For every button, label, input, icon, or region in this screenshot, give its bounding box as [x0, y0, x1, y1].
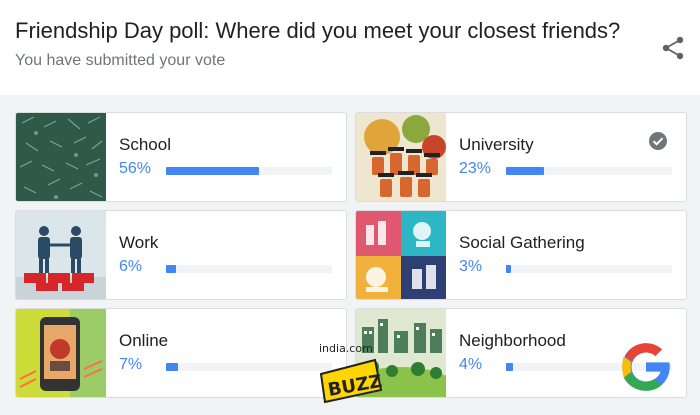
india-com-buzz-logo: india.com BUZZ	[315, 340, 387, 406]
option-percent: 6%	[119, 258, 143, 275]
option-percent: 3%	[459, 258, 483, 275]
option-label: Online	[119, 331, 169, 350]
result-bar-fill	[166, 167, 259, 175]
option-percent: 23%	[459, 160, 492, 177]
google-logo-icon	[622, 343, 672, 391]
poll-subtitle: You have submitted your vote	[15, 52, 226, 69]
poll-header: Friendship Day poll: Where did you meet …	[0, 0, 700, 95]
option-label: Neighborhood	[459, 331, 566, 350]
option-label: University	[459, 135, 534, 154]
buzz-badge-icon: BUZZ	[319, 358, 384, 404]
share-icon[interactable]	[658, 34, 688, 62]
result-bar-fill	[506, 363, 513, 371]
check-circle-icon	[649, 132, 667, 150]
party-collage-image	[356, 211, 446, 299]
option-percent: 7%	[119, 356, 143, 373]
option-percent: 4%	[459, 356, 483, 373]
graduates-image	[356, 113, 446, 201]
poll-option-school[interactable]: School 56%	[15, 112, 347, 202]
result-bar-fill	[506, 167, 544, 175]
option-label: Work	[119, 233, 159, 252]
option-label: School	[119, 135, 171, 154]
result-bar-fill	[166, 363, 178, 371]
result-bar-fill	[506, 265, 511, 273]
phone-image	[16, 309, 106, 397]
result-bar	[166, 167, 332, 175]
handshake-image	[16, 211, 106, 299]
result-bar	[506, 265, 672, 273]
poll-option-social-gathering[interactable]: Social Gathering 3%	[355, 210, 687, 300]
poll-title: Friendship Day poll: Where did you meet …	[15, 18, 621, 43]
option-percent: 56%	[119, 160, 152, 177]
option-label: Social Gathering	[459, 233, 585, 252]
chalkboard-image	[16, 113, 106, 201]
result-bar	[166, 265, 332, 273]
poll-option-university[interactable]: University 23%	[355, 112, 687, 202]
result-bar	[506, 167, 672, 175]
poll-option-work[interactable]: Work 6%	[15, 210, 347, 300]
poll-option-online[interactable]: Online 7%	[15, 308, 347, 398]
result-bar-fill	[166, 265, 176, 273]
result-bar	[166, 363, 332, 371]
